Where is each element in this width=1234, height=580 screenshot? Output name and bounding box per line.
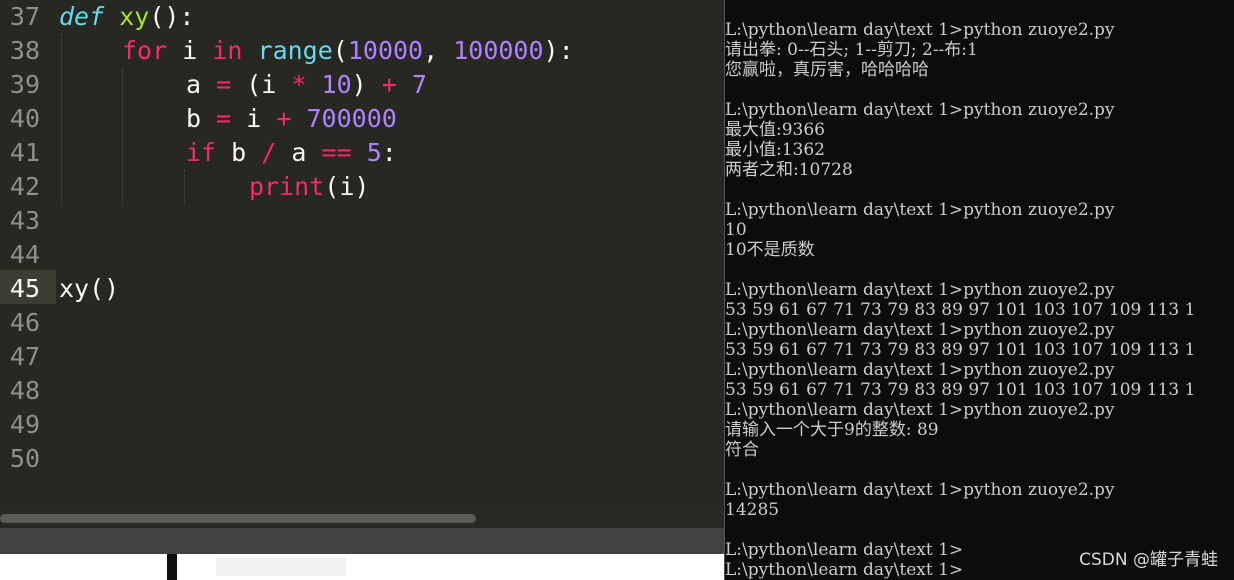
- terminal-line: L:\python\learn day\text 1>python zuoye2…: [725, 200, 1115, 220]
- punct: ,: [423, 36, 454, 65]
- terminal-line: L:\python\learn day\text 1>python zuoye2…: [725, 320, 1115, 340]
- active-line-number: 45: [9, 274, 40, 303]
- line-number: 38: [9, 36, 40, 65]
- code-area[interactable]: def xy(): for i in range(10000, 100000):…: [59, 0, 724, 510]
- code-line-45[interactable]: xy(): [59, 272, 119, 306]
- code-editor[interactable]: 37 38 39 40 41 42 43 44 45 46 47 48 49 5…: [0, 0, 724, 580]
- var-b: b: [231, 138, 247, 167]
- line-number: 47: [9, 342, 40, 371]
- terminal-line: L:\python\learn day\text 1>python zuoye2…: [725, 400, 1115, 420]
- code-line-39[interactable]: a = (i * 10) + 7: [186, 68, 427, 102]
- scrollbar-thumb[interactable]: [0, 514, 476, 523]
- line-number: 43: [9, 206, 40, 235]
- line-number: 37: [9, 2, 40, 31]
- number-literal: 7: [411, 70, 427, 99]
- punct: (: [332, 36, 348, 65]
- terminal-line: L:\python\learn day\text 1>python zuoye2…: [725, 280, 1115, 300]
- terminal-line: 53 59 61 67 71 73 79 83 89 97 101 103 10…: [725, 380, 1196, 400]
- number-literal: 700000: [306, 104, 397, 133]
- number-literal: 10: [321, 70, 352, 99]
- line-number: 42: [9, 172, 40, 201]
- op-mul: *: [291, 70, 307, 99]
- indent-guide: [184, 170, 185, 204]
- keyword-if: if: [186, 138, 217, 167]
- indent-guide: [61, 34, 62, 204]
- punct: (i): [324, 172, 370, 201]
- watermark: CSDN @罐子青蛙: [1079, 550, 1218, 570]
- op-assign: =: [216, 70, 232, 99]
- number-literal: 5: [366, 138, 382, 167]
- terminal-line: 两者之和:10728: [725, 160, 853, 180]
- function-call: xy(): [59, 274, 120, 303]
- terminal-line: 最大值:9366: [725, 120, 825, 140]
- function-name: xy: [119, 2, 150, 31]
- op-eq: ==: [321, 138, 352, 167]
- terminal-line: 53 59 61 67 71 73 79 83 89 97 101 103 10…: [725, 340, 1196, 360]
- op-plus: +: [381, 70, 397, 99]
- terminal-line: L:\python\learn day\text 1>python zuoye2…: [725, 100, 1115, 120]
- punct: ):: [543, 36, 574, 65]
- terminal-line: L:\python\learn day\text 1>python zuoye2…: [725, 360, 1115, 380]
- terminal-window[interactable]: L:\python\learn day\text 1>python zuoye2…: [724, 0, 1234, 580]
- line-number: 49: [9, 410, 40, 439]
- window-strip-panel: [216, 558, 346, 576]
- terminal-line: 10: [725, 220, 747, 240]
- line-number: 40: [9, 104, 40, 133]
- op-assign: =: [216, 104, 232, 133]
- terminal-line: 请出拳: 0--石头; 1--剪刀; 2--布:1: [725, 40, 978, 60]
- var-b: b: [186, 104, 202, 133]
- line-number: 41: [9, 138, 40, 167]
- terminal-prompt[interactable]: L:\python\learn day\text 1>: [725, 560, 963, 580]
- punct: :: [381, 138, 397, 167]
- var-a: a: [291, 138, 307, 167]
- number-literal: 10000: [347, 36, 424, 65]
- builtin-print: print: [249, 172, 325, 201]
- builtin-range: range: [257, 36, 333, 65]
- keyword-def: def: [59, 2, 105, 31]
- op-div: /: [261, 138, 277, 167]
- punct: ():: [149, 2, 195, 31]
- code-line-41[interactable]: if b / a == 5:: [186, 136, 397, 170]
- line-number: 48: [9, 376, 40, 405]
- terminal-line: 请输入一个大于9的整数: 89: [725, 420, 939, 440]
- var-a: a: [186, 70, 202, 99]
- horizontal-scrollbar[interactable]: [0, 510, 724, 526]
- terminal-line: 符合: [725, 440, 759, 460]
- code-line-37[interactable]: def xy():: [59, 0, 194, 34]
- loop-var: i: [182, 36, 198, 65]
- number-literal: 100000: [453, 36, 544, 65]
- op-plus: +: [276, 104, 292, 133]
- terminal-line: 您赢啦，真厉害，哈哈哈哈: [725, 60, 929, 80]
- terminal-line: L:\python\learn day\text 1>python zuoye2…: [725, 20, 1115, 40]
- line-number: 46: [9, 308, 40, 337]
- code-line-42[interactable]: print(i): [249, 170, 369, 204]
- punct: (i: [246, 70, 277, 99]
- keyword-for: for: [122, 36, 168, 65]
- code-line-40[interactable]: b = i + 700000: [186, 102, 397, 136]
- line-number: 39: [9, 70, 40, 99]
- terminal-line: 14285: [725, 500, 780, 520]
- line-number: 44: [9, 240, 40, 269]
- background-window-strip: [0, 554, 724, 580]
- terminal-line: L:\python\learn day\text 1>python zuoye2…: [725, 480, 1115, 500]
- keyword-in: in: [212, 36, 243, 65]
- terminal-line: L:\python\learn day\text 1>: [725, 540, 964, 560]
- status-bar: [0, 528, 724, 554]
- window-edge: [167, 554, 177, 580]
- line-number: 50: [9, 444, 40, 473]
- code-line-38[interactable]: for i in range(10000, 100000):: [122, 34, 574, 68]
- terminal-line: 10不是质数: [725, 240, 815, 260]
- line-number-gutter: 37 38 39 40 41 42 43 44 45 46 47 48 49 5…: [0, 0, 56, 510]
- terminal-line: 最小值:1362: [725, 140, 825, 160]
- punct: ): [351, 70, 367, 99]
- indent-guide: [122, 68, 123, 204]
- terminal-line: 53 59 61 67 71 73 79 83 89 97 101 103 10…: [725, 300, 1196, 320]
- var-i: i: [246, 104, 262, 133]
